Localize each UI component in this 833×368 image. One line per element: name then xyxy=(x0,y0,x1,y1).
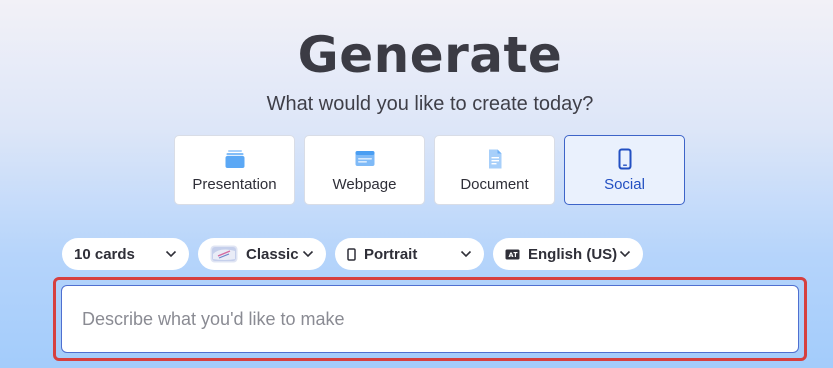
type-card-document[interactable]: Document xyxy=(434,135,555,205)
type-card-label: Webpage xyxy=(332,175,397,193)
orientation-value: Portrait xyxy=(364,245,418,263)
translate-icon: A xyxy=(505,249,520,260)
type-card-webpage[interactable]: Webpage xyxy=(304,135,425,205)
type-card-label: Document xyxy=(460,175,529,193)
theme-value: Classic xyxy=(246,245,299,263)
theme-thumbnail-icon xyxy=(210,245,238,263)
chevron-down-icon xyxy=(302,250,314,258)
type-card-label: Presentation xyxy=(192,175,277,193)
portrait-icon xyxy=(347,247,356,261)
page-title: Generate xyxy=(297,26,563,84)
type-card-presentation[interactable]: Presentation xyxy=(174,135,295,205)
svg-text:A: A xyxy=(509,251,514,259)
language-value: English (US) xyxy=(528,245,618,263)
generation-options: 10 cards Classic Portrait A English (US) xyxy=(62,238,643,270)
phone-icon xyxy=(614,148,636,170)
presentation-icon xyxy=(224,148,246,170)
document-icon xyxy=(484,148,506,170)
page-subtitle: What would you like to create today? xyxy=(266,93,594,115)
type-card-social[interactable]: Social xyxy=(564,135,685,205)
content-type-selector: Presentation Webpage Document Social xyxy=(174,135,685,205)
theme-dropdown[interactable]: Classic xyxy=(198,238,326,270)
orientation-dropdown[interactable]: Portrait xyxy=(335,238,484,270)
chevron-down-icon xyxy=(165,250,177,258)
language-dropdown[interactable]: A English (US) xyxy=(493,238,643,270)
prompt-input[interactable] xyxy=(61,285,799,353)
webpage-icon xyxy=(354,148,376,170)
chevron-down-icon xyxy=(460,250,472,258)
card-count-dropdown[interactable]: 10 cards xyxy=(62,238,189,270)
card-count-value: 10 cards xyxy=(74,245,135,263)
type-card-label: Social xyxy=(604,175,645,193)
chevron-down-icon xyxy=(619,250,631,258)
